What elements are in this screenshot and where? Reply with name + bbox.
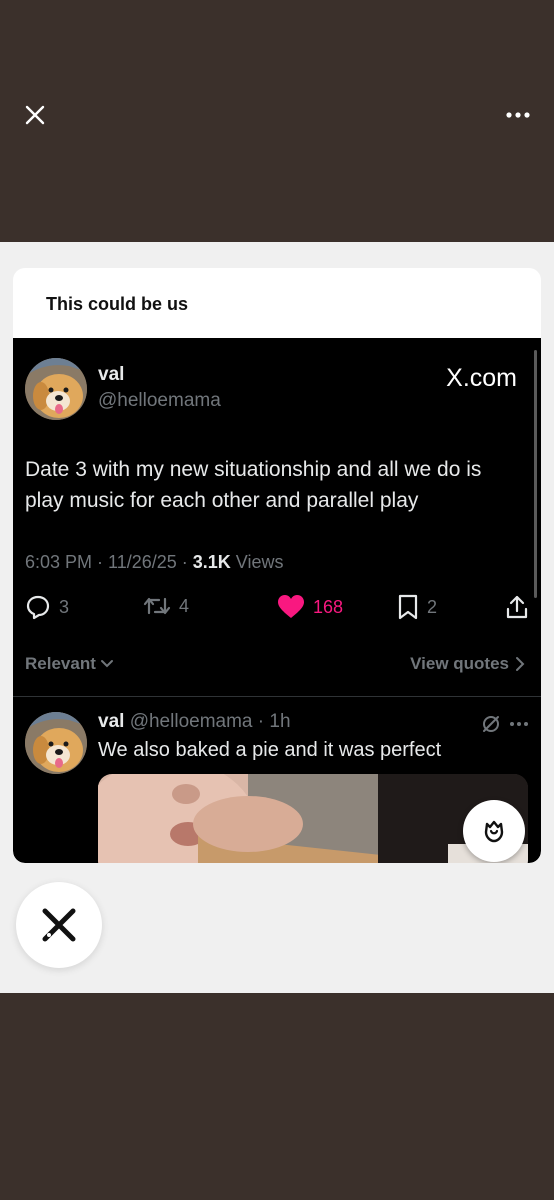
tweet-text: Date 3 with my new situationship and all… bbox=[25, 458, 482, 512]
like-button[interactable]: 168 bbox=[277, 594, 343, 620]
repost-icon bbox=[143, 597, 171, 615]
share-button[interactable] bbox=[505, 594, 529, 620]
more-options-icon[interactable] bbox=[500, 100, 536, 130]
grok-icon[interactable] bbox=[481, 714, 501, 739]
bookmark-count: 2 bbox=[427, 596, 438, 617]
reply-count: 3 bbox=[59, 596, 70, 617]
like-count: 168 bbox=[313, 596, 344, 617]
post-card: This could be us val @helloemama X.com D… bbox=[13, 268, 541, 863]
reply-time: · 1h bbox=[252, 711, 291, 732]
dismiss-button[interactable] bbox=[16, 882, 102, 968]
avatar[interactable] bbox=[25, 358, 87, 420]
heart-icon bbox=[278, 595, 304, 618]
relevant-label: Relevant bbox=[25, 654, 96, 673]
bookmark-icon bbox=[398, 594, 418, 620]
divider bbox=[13, 696, 541, 697]
reply-avatar[interactable] bbox=[25, 712, 87, 774]
views-count: 3.1K bbox=[192, 552, 231, 572]
reply-icon bbox=[26, 595, 50, 620]
reply-text: We also baked a pie and it was perfect bbox=[98, 739, 442, 761]
repost-count: 4 bbox=[179, 595, 190, 616]
x-com-logo[interactable]: X.com bbox=[446, 364, 517, 393]
chevron-down-icon bbox=[100, 660, 113, 668]
tweet-embed[interactable]: val @helloemama X.com Date 3 with my new… bbox=[13, 338, 541, 863]
view-quotes-link[interactable]: View quotes bbox=[410, 654, 525, 674]
reply-button[interactable]: 3 bbox=[25, 594, 69, 620]
close-icon[interactable] bbox=[20, 100, 50, 130]
close-icon bbox=[42, 908, 76, 942]
tweet-meta: 6:03 PM · 11/26/25 · 3.1K Views bbox=[25, 552, 284, 573]
author-handle[interactable]: @helloemama bbox=[98, 390, 221, 412]
rose-reaction-button[interactable] bbox=[463, 800, 525, 862]
card-title: This could be us bbox=[46, 294, 189, 314]
author-name[interactable]: val bbox=[98, 364, 124, 386]
views-label: Views bbox=[230, 552, 284, 572]
action-bar: 3 4 168 2 bbox=[25, 594, 530, 624]
relevant-sort[interactable]: Relevant bbox=[25, 654, 114, 674]
tweet-time: 6:03 PM · 11/26/25 · bbox=[25, 552, 193, 572]
share-icon bbox=[506, 595, 528, 619]
content-sheet: This could be us val @helloemama X.com D… bbox=[0, 242, 554, 993]
reply-media-image[interactable] bbox=[98, 774, 528, 863]
top-bar bbox=[0, 0, 554, 242]
reply-author-name: val bbox=[98, 711, 125, 732]
bottom-area bbox=[0, 993, 554, 1200]
scrollbar[interactable] bbox=[534, 350, 537, 598]
bookmark-button[interactable]: 2 bbox=[397, 594, 437, 620]
chevron-right-icon bbox=[516, 657, 525, 671]
rose-icon bbox=[484, 820, 504, 843]
reply-header[interactable]: val @helloemama · 1h bbox=[98, 711, 291, 733]
view-quotes-label: View quotes bbox=[410, 654, 509, 673]
reply-author-handle: @helloemama bbox=[129, 711, 253, 732]
reply-more-icon[interactable] bbox=[509, 714, 529, 732]
repost-button[interactable]: 4 bbox=[143, 594, 189, 618]
